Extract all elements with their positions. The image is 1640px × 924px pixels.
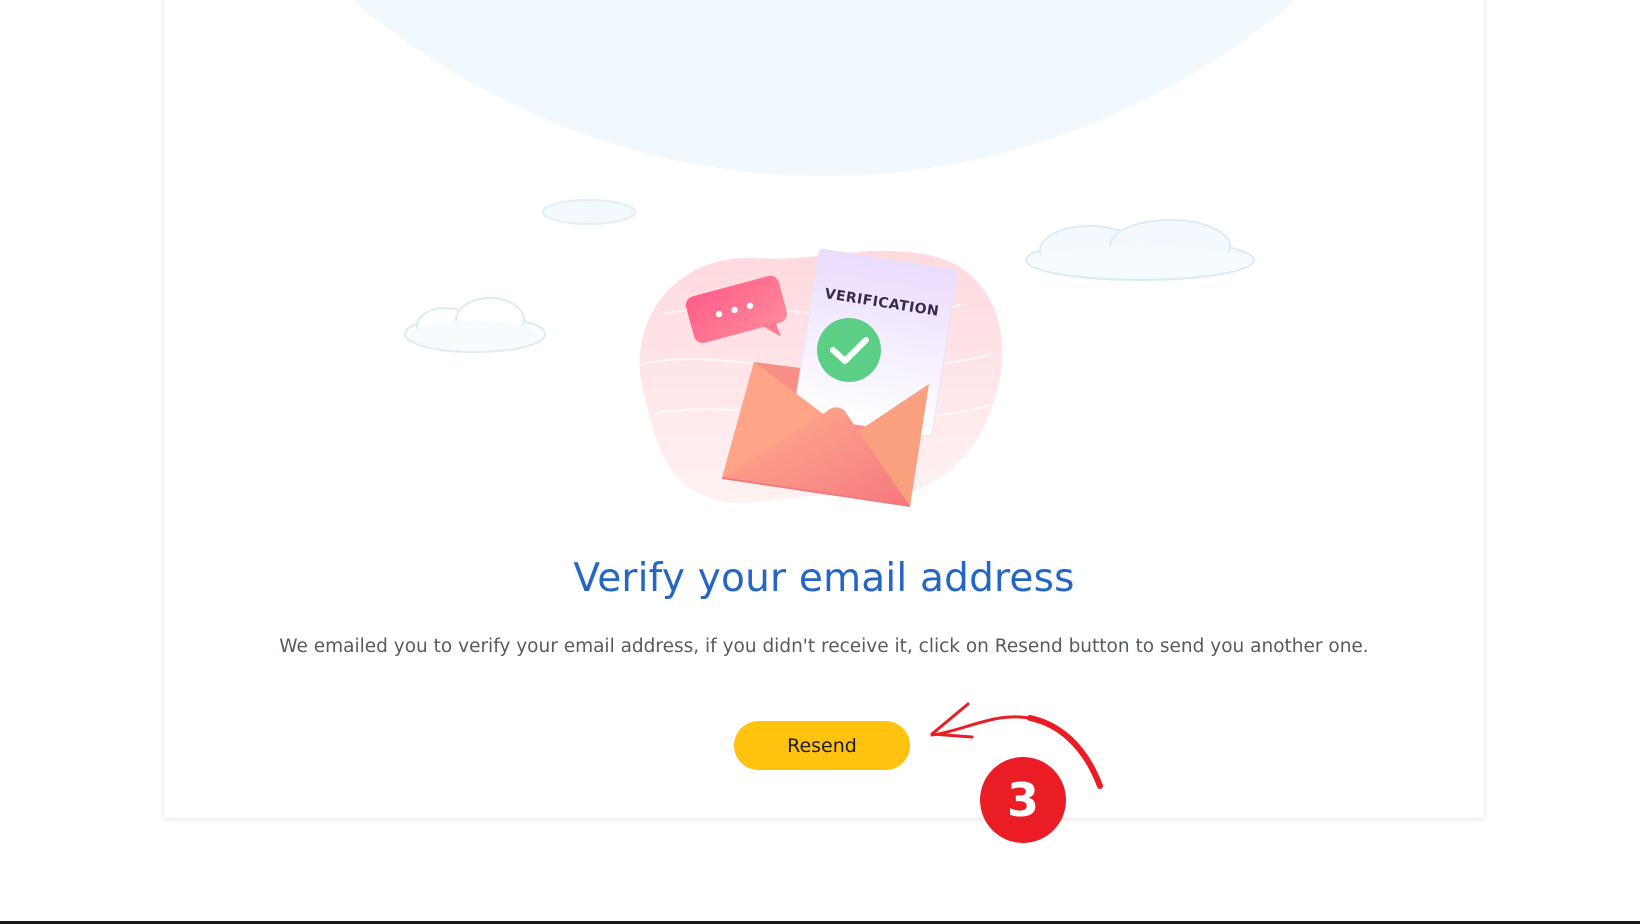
- cloud-icon: [542, 199, 636, 225]
- step-number-badge: 3: [980, 757, 1066, 843]
- verification-card: VERIFICATION Verify your email address W…: [164, 0, 1484, 818]
- verification-envelope-illustration: VERIFICATION: [639, 248, 1003, 507]
- check-circle-icon: [817, 318, 881, 382]
- sky-background: [164, 0, 1484, 176]
- instructions-text: We emailed you to verify your email addr…: [279, 636, 1369, 657]
- cloud-icon: [404, 297, 546, 353]
- cloud-icon: [1025, 219, 1255, 281]
- verify-email-page: VERIFICATION Verify your email address W…: [0, 0, 1640, 924]
- resend-button[interactable]: Resend: [734, 721, 910, 770]
- page-title: Verify your email address: [573, 556, 1075, 601]
